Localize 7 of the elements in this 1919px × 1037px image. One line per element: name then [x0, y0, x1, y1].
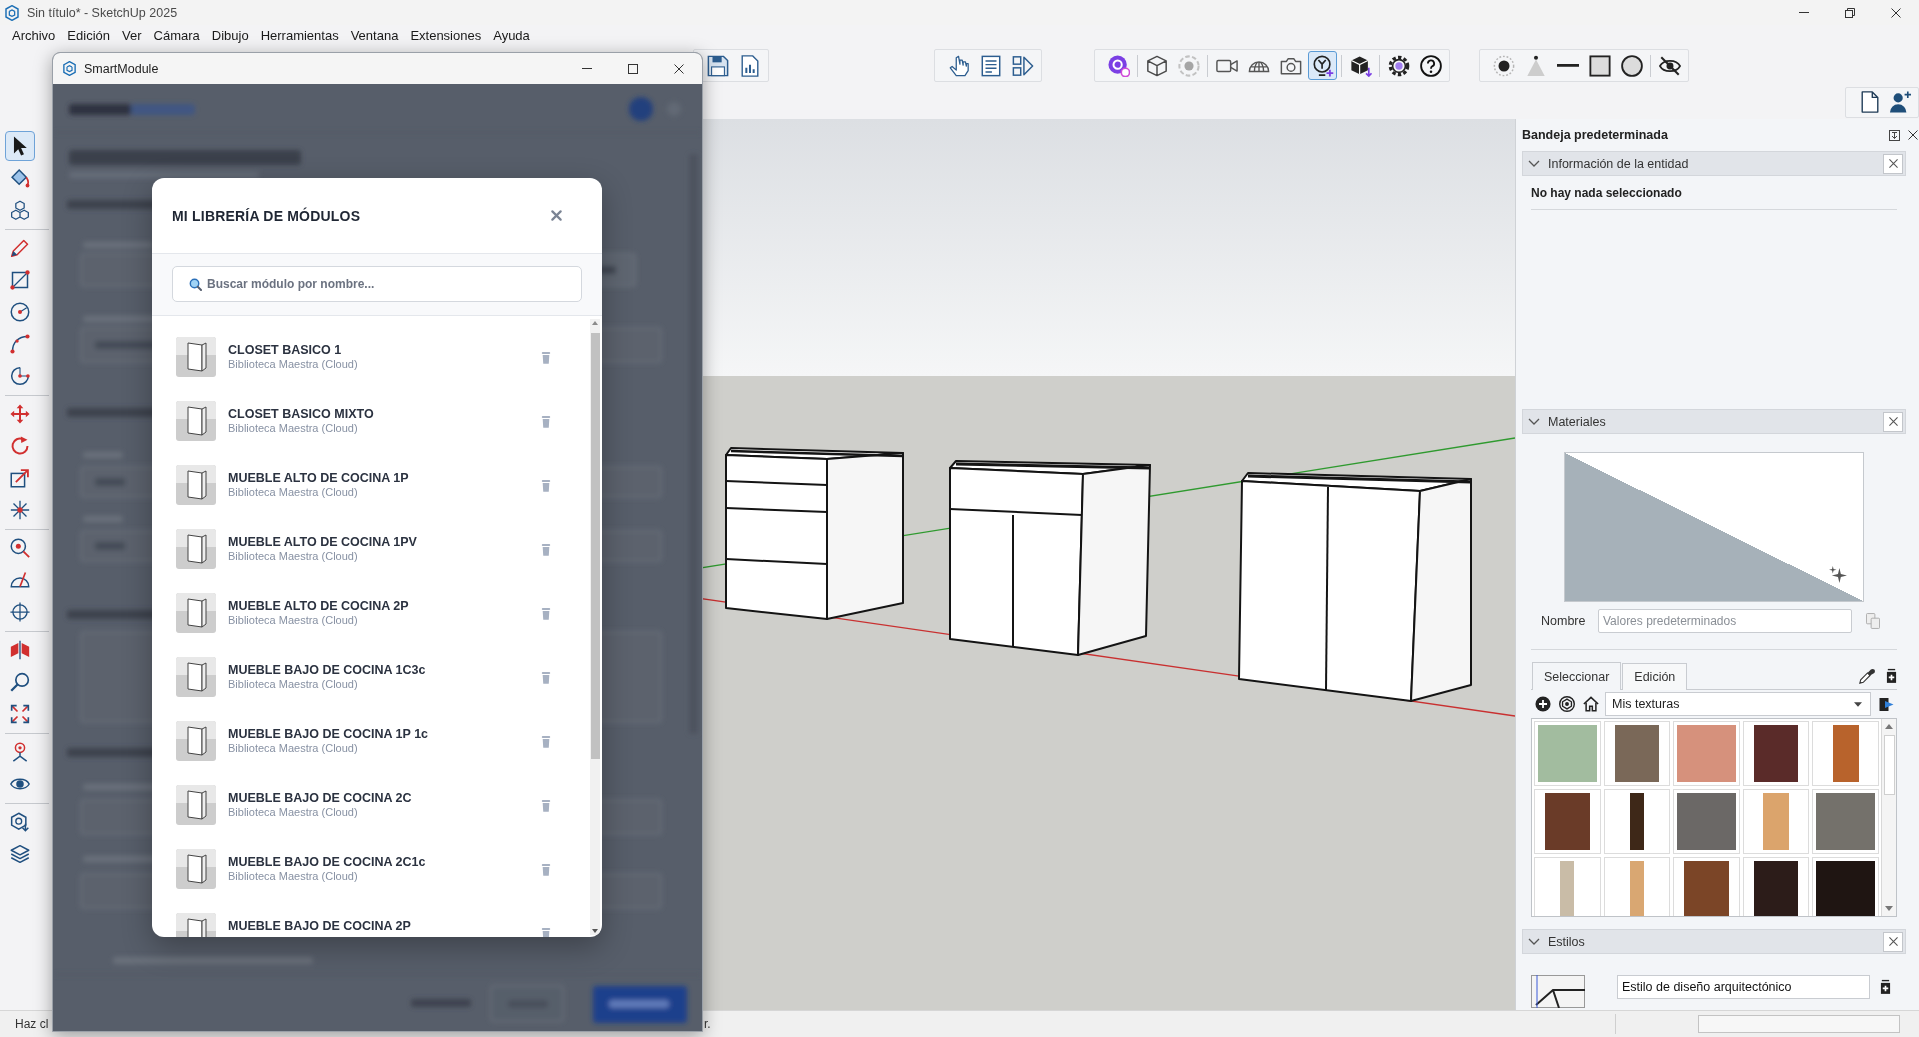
status-hint: Haz cl: [15, 1017, 49, 1031]
status-hint: r.: [704, 1017, 711, 1031]
window-title: Sin título* - SketchUp 2025: [27, 5, 178, 20]
field-label: Nombre: [1540, 614, 1587, 628]
window-title: SmartModule: [84, 61, 159, 76]
tray-title: Bandeja predeterminada: [1522, 128, 1668, 142]
entity-message: No hay nada seleccionado: [1531, 176, 1897, 210]
